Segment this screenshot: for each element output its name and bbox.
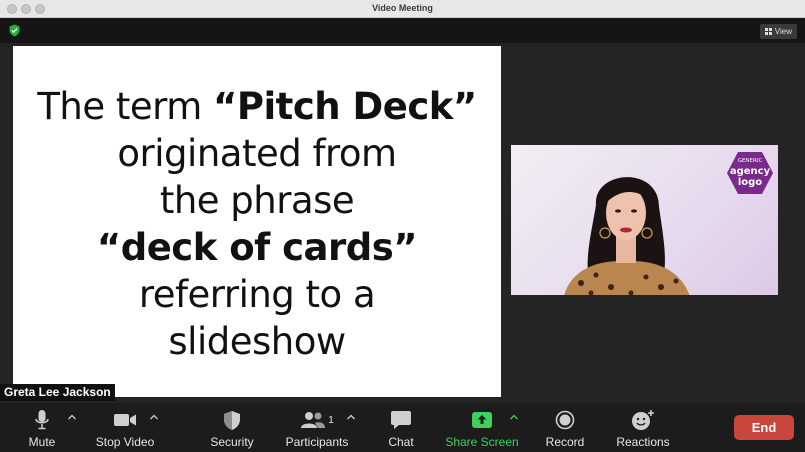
participant-video-image	[564, 177, 690, 295]
chat-bubble-icon	[391, 411, 411, 429]
reactions-smiley-icon	[632, 410, 654, 430]
slide-text-span: The term	[37, 85, 214, 128]
chat-button[interactable]: Chat	[386, 403, 416, 452]
participant-count: 1	[328, 414, 334, 426]
slide-line: The term “Pitch Deck”	[13, 83, 501, 130]
video-camera-icon	[114, 414, 136, 426]
stop-video-button[interactable]: Stop Video	[94, 403, 156, 452]
stop-video-label: Stop Video	[95, 435, 155, 449]
slide-line: “deck of cards”	[13, 224, 501, 271]
slide-bold-text: “Pitch Deck”	[213, 85, 477, 128]
participants-icon	[301, 412, 326, 428]
slide-text-span: slideshow	[168, 320, 346, 363]
window-titlebar: Video Meeting	[0, 0, 805, 18]
agency-logo-icon: GENERIC agency logo	[727, 152, 773, 194]
logo-text-agency: agency	[730, 166, 771, 177]
participant-video-tile[interactable]: GENERIC agency logo	[511, 145, 778, 295]
grid-view-icon	[764, 28, 772, 35]
slide-line: originated from	[13, 130, 501, 177]
mute-options-chevron-icon[interactable]	[67, 413, 77, 421]
end-meeting-button[interactable]: End	[734, 415, 794, 440]
security-label: Security	[210, 435, 254, 449]
meeting-stage: The term “Pitch Deck” originated from the …	[0, 43, 805, 403]
window-title: Video Meeting	[372, 3, 433, 13]
slide-bold-text: “deck of cards”	[96, 226, 418, 269]
reactions-label: Reactions	[616, 435, 670, 449]
microphone-icon	[35, 410, 49, 430]
shared-slide: The term “Pitch Deck” originated from the …	[13, 46, 501, 397]
slide-text-span: referring to a	[138, 273, 376, 316]
slide-text: The term “Pitch Deck” originated from the …	[13, 83, 501, 365]
slide-line: slideshow	[13, 318, 501, 365]
security-shield-icon	[224, 410, 240, 430]
video-options-chevron-icon[interactable]	[149, 413, 159, 421]
view-button[interactable]: View	[759, 24, 797, 39]
participant-name-tag: Greta Lee Jackson	[0, 384, 115, 401]
record-icon	[555, 410, 575, 430]
mute-label: Mute	[28, 435, 56, 449]
share-screen-label: Share Screen	[445, 435, 519, 449]
logo-text-generic: GENERIC	[738, 158, 763, 164]
participants-button[interactable]: 1 Participants	[284, 403, 350, 452]
slide-text-span: originated from	[117, 132, 397, 175]
chat-label: Chat	[388, 435, 414, 449]
mute-button[interactable]: Mute	[25, 403, 59, 452]
record-button[interactable]: Record	[545, 403, 585, 452]
slide-line: the phrase	[13, 177, 501, 224]
meeting-toolbar: Mute Stop Video Security 1 Participants …	[0, 403, 805, 452]
slide-line: referring to a	[13, 271, 501, 318]
encryption-shield-icon[interactable]	[9, 24, 20, 37]
participants-label: Participants	[285, 435, 349, 449]
reactions-button[interactable]: Reactions	[615, 403, 671, 452]
share-screen-icon	[472, 412, 492, 428]
logo-text-logo: logo	[738, 177, 762, 188]
share-options-chevron-icon[interactable]	[509, 413, 519, 421]
meeting-topbar: View	[0, 19, 805, 43]
view-label: View	[774, 27, 792, 36]
security-button[interactable]: Security	[208, 403, 256, 452]
record-label: Record	[545, 435, 585, 449]
participants-options-chevron-icon[interactable]	[346, 413, 356, 421]
slide-text-span: the phrase	[159, 179, 355, 222]
share-screen-button[interactable]: Share Screen	[445, 403, 519, 452]
